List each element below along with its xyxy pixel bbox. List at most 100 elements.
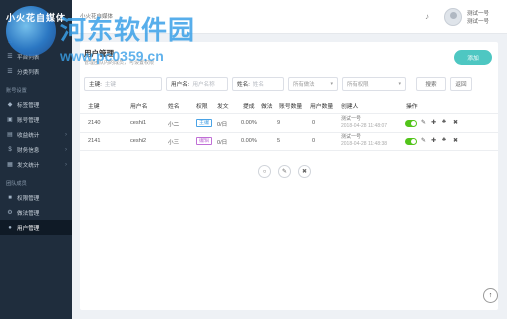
col-header-commission: 提成 bbox=[243, 104, 255, 110]
sidebar-item-tags[interactable]: ◆ 标签管理 bbox=[0, 97, 72, 112]
sidebar-item-label: 财务信息 bbox=[17, 147, 40, 154]
perm-badge: 主编 bbox=[196, 119, 213, 127]
circle-icon: ○ bbox=[262, 168, 267, 175]
col-header-creator: 创建人 bbox=[341, 104, 359, 110]
scroll-top-button[interactable]: ↑ bbox=[483, 288, 498, 303]
key-filter[interactable]: 主键: 主键 bbox=[84, 77, 162, 91]
col-header-actions: 操作 bbox=[406, 104, 418, 110]
avatar[interactable] bbox=[444, 8, 462, 26]
delete-icon[interactable]: ✖ bbox=[453, 137, 458, 144]
sidebar-item-methods[interactable]: ⚙ 做法管理 bbox=[0, 205, 72, 220]
chevron-right-icon: › bbox=[65, 146, 67, 153]
user-name-line1: 测试一号 bbox=[467, 11, 490, 17]
cell-creator: 测试一号 2018-04-28 11:48:07 bbox=[341, 116, 387, 130]
sidebar-item-category-list[interactable]: ☰ 分类列表 bbox=[0, 64, 72, 79]
cell-posts: 0/日 bbox=[217, 122, 228, 128]
sidebar-item-label: 分类列表 bbox=[17, 69, 40, 76]
tag-icon: ◆ bbox=[7, 102, 13, 108]
bulk-edit-button[interactable]: ✎ bbox=[278, 165, 291, 178]
cell-accounts: 5 bbox=[277, 138, 281, 144]
sidebar-item-finance[interactable]: $ 财务信息 › bbox=[0, 142, 72, 157]
watermark-title: 河东软件园 bbox=[60, 15, 196, 45]
cell-accounts: 9 bbox=[277, 120, 281, 126]
sidebar-item-label: 标签管理 bbox=[17, 102, 40, 109]
main-panel: 用户管理 管理团队内的成员，可设置权限 添加 主键: 主键 用户名: 用户名称 … bbox=[80, 42, 498, 310]
cell-commission: 0.00% bbox=[241, 120, 257, 126]
group-icon[interactable]: ♣ bbox=[442, 119, 446, 125]
chart-icon: ▤ bbox=[7, 132, 13, 138]
cell-name: 小三 bbox=[168, 140, 180, 146]
edit-icon[interactable]: ✎ bbox=[421, 137, 426, 144]
edit-icon[interactable]: ✎ bbox=[421, 119, 426, 126]
section-team: 团队成员 bbox=[6, 180, 27, 187]
col-header-perm: 权限 bbox=[196, 104, 208, 110]
delete-icon[interactable]: ✖ bbox=[453, 119, 458, 126]
perm-badge: 编辑 bbox=[196, 137, 213, 145]
sidebar-item-label: 账号管理 bbox=[17, 117, 40, 124]
creator-name: 测试一号 bbox=[341, 116, 362, 122]
creator-time: 2018-04-28 11:48:38 bbox=[341, 141, 388, 147]
add-button[interactable]: 添加 bbox=[454, 50, 492, 65]
user-plus-icon[interactable]: ✚ bbox=[431, 137, 436, 144]
cell-commission: 0.00% bbox=[241, 138, 257, 144]
sidebar-item-post-stats[interactable]: ▦ 发文统计 › bbox=[0, 157, 72, 172]
sidebar-item-label: 做法管理 bbox=[17, 210, 40, 217]
col-header-id: 主键 bbox=[88, 104, 100, 110]
name-filter[interactable]: 姓名: 姓名 bbox=[232, 77, 284, 91]
name-filter-label: 姓名: bbox=[237, 82, 250, 88]
doc-icon: ▦ bbox=[7, 162, 13, 168]
gear-icon: ⚙ bbox=[7, 210, 13, 216]
user-card-icon: ▣ bbox=[7, 117, 13, 123]
cell-posts: 0/日 bbox=[217, 140, 228, 146]
list-icon: ☰ bbox=[7, 69, 13, 75]
arrow-up-icon: ↑ bbox=[488, 292, 493, 299]
user-icon: ● bbox=[8, 224, 12, 231]
cell-name: 小二 bbox=[168, 122, 180, 128]
bell-icon[interactable]: ♪ bbox=[425, 12, 429, 21]
username-filter[interactable]: 用户名: 用户名称 bbox=[166, 77, 228, 91]
search-button[interactable]: 搜索 bbox=[416, 77, 446, 91]
sidebar-item-label: 收益统计 bbox=[17, 132, 40, 139]
sidebar-item-label: 发文统计 bbox=[17, 162, 40, 169]
chevron-down-icon: ▾ bbox=[398, 81, 401, 87]
sidebar-item-accounts[interactable]: ▣ 账号管理 bbox=[0, 112, 72, 127]
col-header-users: 用户数量 bbox=[310, 104, 334, 110]
dollar-icon: $ bbox=[8, 146, 12, 153]
cell-users: 0 bbox=[312, 138, 316, 144]
key-filter-placeholder: 主键 bbox=[104, 82, 116, 88]
back-button[interactable]: 返回 bbox=[450, 77, 472, 91]
sidebar-item-users[interactable]: ● 用户管理 bbox=[0, 220, 72, 235]
col-header-name: 姓名 bbox=[168, 104, 180, 110]
col-header-method: 做法 bbox=[261, 104, 273, 110]
name-filter-placeholder: 姓名 bbox=[252, 82, 264, 88]
cell-username: ceshi2 bbox=[130, 138, 147, 144]
bulk-select-button[interactable]: ○ bbox=[258, 165, 271, 178]
chevron-right-icon: › bbox=[65, 131, 67, 138]
bulk-delete-button[interactable]: ✖ bbox=[298, 165, 311, 178]
group-icon[interactable]: ♣ bbox=[442, 137, 446, 143]
username-filter-label: 用户名: bbox=[171, 82, 190, 88]
user-info[interactable]: 测试一号 测试一号 bbox=[467, 10, 489, 26]
col-header-username: 用户名 bbox=[130, 104, 148, 110]
user-plus-icon[interactable]: ✚ bbox=[431, 119, 436, 126]
creator-name: 测试一号 bbox=[341, 134, 362, 140]
cell-id: 2141 bbox=[88, 138, 101, 144]
cell-id: 2140 bbox=[88, 120, 101, 126]
status-toggle[interactable] bbox=[405, 138, 417, 145]
key-filter-label: 主键: bbox=[89, 82, 102, 88]
method-select[interactable]: 所有做法 ▾ bbox=[288, 77, 338, 91]
sidebar-item-permissions[interactable]: ■ 权限管理 bbox=[0, 190, 72, 205]
brand-name: 小火花自媒体 bbox=[5, 12, 66, 23]
shield-icon: ■ bbox=[8, 194, 12, 201]
perm-select[interactable]: 所有权限 ▾ bbox=[342, 77, 406, 91]
list-icon: ☰ bbox=[7, 54, 13, 60]
sidebar-item-revenue[interactable]: ▤ 收益统计 › bbox=[0, 127, 72, 142]
row-divider bbox=[80, 132, 498, 133]
cell-username: ceshi1 bbox=[130, 120, 147, 126]
status-toggle[interactable] bbox=[405, 120, 417, 127]
row-divider bbox=[80, 150, 498, 151]
chevron-down-icon: ▾ bbox=[330, 81, 333, 87]
method-select-value: 所有做法 bbox=[293, 82, 315, 88]
sidebar-item-label: 权限管理 bbox=[17, 195, 40, 202]
col-header-posts: 发文 bbox=[217, 104, 229, 110]
